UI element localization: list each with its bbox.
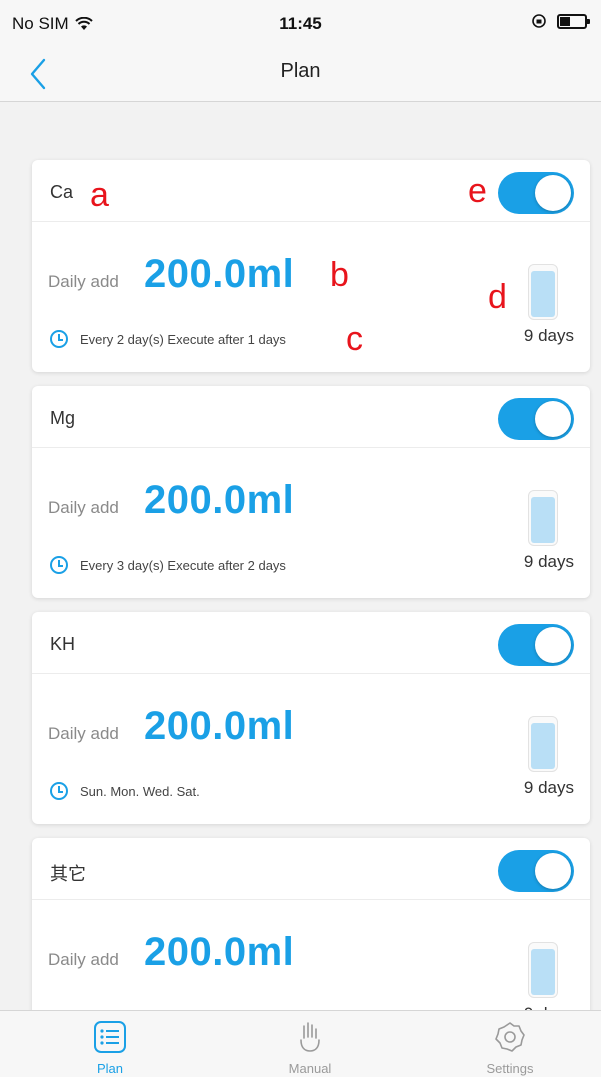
daily-add-label: Daily add [48,950,119,969]
plan-name: KH [50,634,76,654]
list-icon [50,1019,170,1055]
tab-plan[interactable]: Plan [50,1019,170,1076]
tab-manual[interactable]: Manual [250,1019,370,1076]
clock-icon [50,330,68,348]
plan-name: 其它 [50,864,86,884]
schedule-text: Every 2 day(s) Execute after 1 days [80,331,286,347]
schedule-row: Every 3 day(s) Execute after 2 days [50,556,286,574]
annotation-e: e [468,172,487,210]
annotation-d: d [488,278,507,316]
annotation-c: c [346,320,363,358]
daily-add-value: 200.0ml [144,704,295,748]
container-level-icon [528,490,558,546]
gear-icon [450,1019,570,1055]
annotation-a: a [90,176,109,214]
plan-name: Ca [50,182,74,202]
status-bar: No SIM 11:45 [0,0,601,46]
container-level-icon [528,264,558,320]
tab-bar: Plan Manual Settings [0,1010,601,1077]
tab-plan-label: Plan [96,1061,124,1076]
plan-enable-toggle[interactable] [498,172,574,214]
container-level-fill [531,723,555,769]
battery-icon [557,13,590,29]
card-header: 其它 [32,838,590,900]
status-time: 11:45 [279,14,322,33]
schedule-row: Every 2 day(s) Execute after 1 days [50,330,286,348]
tab-settings-label: Settings [486,1061,534,1076]
plan-card-ca: Ca Daily add 200.0ml Every 2 day(s) Exec… [32,160,590,372]
schedule-row: Sun. Mon. Wed. Sat. [50,782,200,800]
card-header: Ca [32,160,590,222]
schedule-text: Every 3 day(s) Execute after 2 days [80,557,286,573]
status-right [531,13,590,29]
tab-settings[interactable]: Settings [450,1019,570,1076]
clock-icon [50,782,68,800]
toggle-knob [535,175,571,211]
toggle-knob [535,401,571,437]
orientation-lock-icon [532,14,546,28]
remaining-days: 9 days [523,778,574,797]
plan-name: Mg [50,408,76,428]
clock-icon [50,556,68,574]
hand-icon [250,1019,370,1055]
toggle-knob [535,853,571,889]
plan-enable-toggle[interactable] [498,850,574,892]
container-level-fill [531,949,555,995]
container-level-icon [528,716,558,772]
schedule-text: Sun. Mon. Wed. Sat. [80,783,200,799]
container-level-icon [528,942,558,998]
card-header: KH [32,612,590,674]
container-level-fill [531,271,555,317]
container-level-fill [531,497,555,543]
daily-add-label: Daily add [48,498,119,517]
remaining-days: 9 days [523,326,574,345]
tab-manual-label: Manual [288,1061,332,1076]
daily-add-label: Daily add [48,724,119,743]
card-header: Mg [32,386,590,448]
plan-card-kh: KH Daily add 200.0ml Sun. Mon. Wed. Sat.… [32,612,590,824]
daily-add-value: 200.0ml [144,478,295,522]
toggle-knob [535,627,571,663]
plan-enable-toggle[interactable] [498,398,574,440]
plan-enable-toggle[interactable] [498,624,574,666]
daily-add-value: 200.0ml [144,252,295,296]
daily-add-label: Daily add [48,272,119,291]
nav-bar: Plan [0,46,601,102]
daily-add-value: 200.0ml [144,930,295,974]
annotation-b: b [330,256,349,294]
page-title: Plan [280,60,321,82]
remaining-days: 9 days [523,552,574,571]
plan-card-mg: Mg Daily add 200.0ml Every 3 day(s) Exec… [32,386,590,598]
